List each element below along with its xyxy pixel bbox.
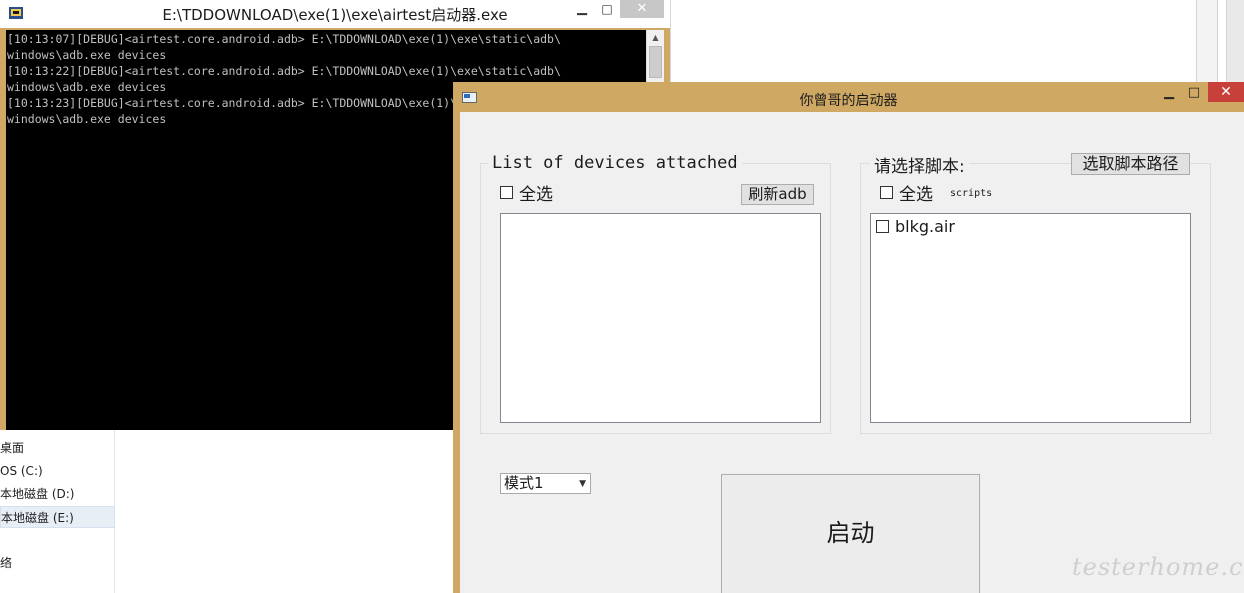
explorer-pane: 桌面 OS (C:) 本地磁盘 (D:) 本地磁盘 (E:) 络 — [0, 430, 460, 593]
nav-item-network[interactable]: 络 — [0, 552, 115, 574]
launch-button[interactable]: 启动 — [721, 474, 980, 593]
background-scrollbar — [1226, 0, 1244, 90]
devices-list[interactable] — [500, 213, 821, 423]
scripts-caption: scripts — [950, 188, 993, 199]
checkbox-icon[interactable] — [500, 186, 513, 199]
script-item[interactable]: blkg.air — [876, 217, 955, 236]
nav-item-drive-c[interactable]: OS (C:) — [0, 460, 115, 482]
console-title: E:\TDDOWNLOAD\exe(1)\exe\airtest启动器.exe — [162, 6, 508, 24]
launcher-minimize-button[interactable]: ▁ — [1157, 84, 1181, 106]
nav-item-drive-d[interactable]: 本地磁盘 (D:) — [0, 483, 115, 505]
devices-group-title: List of devices attached — [488, 153, 742, 173]
launcher-window: 你曾哥的启动器 ▁ □ ✕ List of devices attached 全… — [453, 82, 1244, 593]
scroll-up-arrow-icon[interactable]: ▲ — [647, 30, 664, 46]
mode-select[interactable]: 模式1 ▼ — [500, 473, 591, 494]
devices-select-all[interactable]: 全选 — [500, 180, 553, 205]
console-line: windows\adb.exe devices — [7, 48, 167, 62]
console-minimize-button[interactable]: ▁ — [572, 0, 592, 20]
background-scrollbar — [1196, 0, 1218, 90]
console-maximize-button[interactable]: □ — [597, 0, 617, 20]
console-line: [10:13:07][DEBUG]<airtest.core.android.a… — [7, 32, 561, 46]
scripts-list[interactable]: blkg.air — [870, 213, 1191, 423]
nav-item-drive-e[interactable]: 本地磁盘 (E:) — [0, 506, 115, 528]
checkbox-icon[interactable] — [876, 220, 889, 233]
console-close-button[interactable]: ✕ — [620, 0, 664, 18]
launcher-title: 你曾哥的启动器 — [799, 93, 898, 109]
scripts-select-all[interactable]: 全选 — [880, 180, 933, 205]
choose-script-path-button[interactable]: 选取脚本路径 — [1071, 153, 1190, 175]
refresh-adb-button[interactable]: 刷新adb — [741, 184, 814, 205]
scripts-group-title: 请选择脚本: — [870, 152, 969, 177]
chevron-down-icon[interactable]: ▼ — [579, 475, 586, 494]
launcher-close-button[interactable]: ✕ — [1208, 82, 1244, 102]
watermark: testerhome.com — [1072, 553, 1244, 581]
launcher-titlebar[interactable]: 你曾哥的启动器 ▁ □ ✕ — [453, 82, 1244, 112]
console-line: [10:13:22][DEBUG]<airtest.core.android.a… — [7, 64, 561, 78]
scripts-select-all-label: 全选 — [899, 185, 933, 205]
script-item-label: blkg.air — [895, 217, 955, 236]
checkbox-icon[interactable] — [880, 186, 893, 199]
launcher-client-area: List of devices attached 全选 刷新adb 请选择脚本:… — [460, 112, 1244, 593]
console-titlebar[interactable]: E:\TDDOWNLOAD\exe(1)\exe\airtest启动器.exe … — [0, 0, 670, 28]
explorer-nav: 桌面 OS (C:) 本地磁盘 (D:) 本地磁盘 (E:) 络 — [0, 430, 115, 593]
console-scroll-thumb[interactable] — [649, 46, 662, 78]
launcher-maximize-button[interactable]: □ — [1182, 84, 1206, 106]
devices-select-all-label: 全选 — [519, 185, 553, 205]
background-window — [670, 0, 1244, 90]
mode-select-value: 模式1 — [504, 474, 544, 492]
nav-item-desktop[interactable]: 桌面 — [0, 437, 115, 459]
